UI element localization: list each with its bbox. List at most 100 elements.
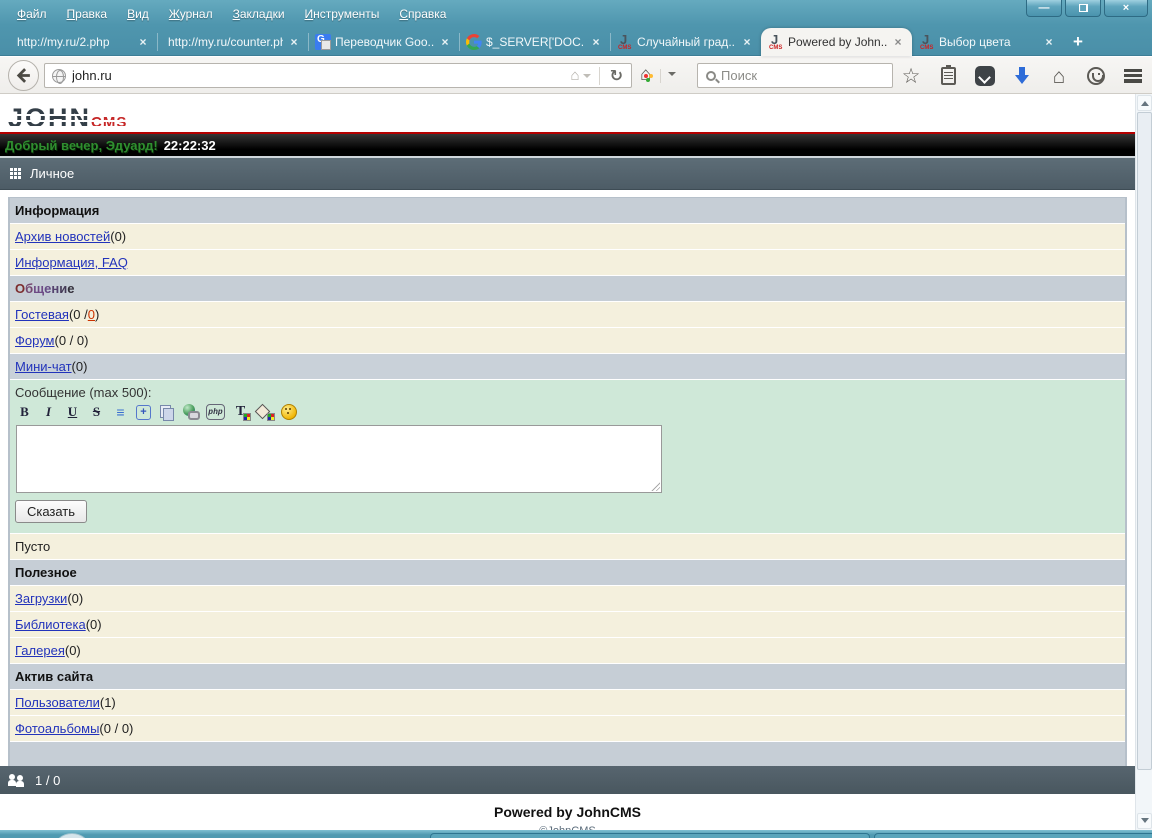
minimize-button[interactable]: —: [1026, 0, 1062, 17]
color-palette-icon: [267, 413, 275, 421]
search-input[interactable]: [721, 68, 892, 83]
url-icon[interactable]: [182, 404, 200, 420]
unread-counter-link[interactable]: 0: [88, 307, 95, 322]
menu-hamburger-icon[interactable]: [1122, 65, 1144, 87]
menu-link[interactable]: Мини-чат: [15, 359, 72, 374]
tab-close-icon[interactable]: ×: [136, 35, 150, 49]
tab[interactable]: http://my.ru/counter.php ×: [157, 28, 308, 56]
scroll-up-button[interactable]: [1137, 95, 1152, 111]
online-counter: 1 / 0: [35, 772, 61, 788]
reading-list-icon[interactable]: [937, 65, 959, 87]
search-icon: [706, 70, 716, 81]
menubar-item-закладки[interactable]: Закладки: [224, 4, 294, 24]
menu-link[interactable]: Архив новостей: [15, 229, 110, 244]
reload-icon[interactable]: ↻: [604, 66, 629, 86]
tab-close-icon[interactable]: ×: [740, 35, 754, 49]
smiley-icon[interactable]: [280, 404, 297, 420]
underline-icon[interactable]: U: [64, 404, 81, 420]
menu-link[interactable]: Фотоальбомы: [15, 721, 99, 736]
scrollbar[interactable]: [1135, 94, 1152, 830]
say-button[interactable]: Сказать: [15, 500, 87, 523]
menubar-item-справка[interactable]: Справка: [390, 4, 455, 24]
bold-icon[interactable]: B: [16, 404, 33, 420]
quote-icon[interactable]: [158, 404, 175, 421]
menu-link[interactable]: Загрузки: [15, 591, 67, 606]
tab[interactable]: http://my.ru/2.php ×: [6, 28, 157, 56]
font-color-icon[interactable]: T: [232, 404, 251, 421]
restore-icon: [1078, 4, 1088, 12]
tab-title: Powered by John...: [788, 35, 887, 49]
globe-icon: [52, 68, 66, 84]
tab-title: Переводчик Goo...: [335, 35, 434, 49]
clock-text: 22:22:32: [163, 137, 216, 153]
triangle-up-icon: [1140, 97, 1149, 106]
menu-link[interactable]: Гостевая: [15, 307, 69, 322]
tab[interactable]: Выбор цвета ×: [912, 28, 1063, 56]
message-textarea[interactable]: [16, 425, 662, 493]
tab-close-icon[interactable]: ×: [891, 35, 905, 49]
searchbox[interactable]: [697, 63, 893, 88]
scrollbar-thumb[interactable]: [1137, 112, 1152, 770]
menubar-item-вид[interactable]: Вид: [118, 4, 158, 24]
pocket-icon[interactable]: [974, 65, 996, 87]
chevron-down-icon[interactable]: [668, 72, 676, 80]
taskbar-button[interactable]: [430, 833, 870, 838]
browser-chrome: Файл Правка Вид Журнал Закладки Инструменты Сп…: [0, 0, 1152, 56]
tab-title: Случайный град...: [637, 35, 736, 49]
tab-close-icon[interactable]: ×: [1042, 35, 1056, 49]
color-palette-icon: [243, 413, 251, 421]
menubar-item-файл[interactable]: Файл: [8, 4, 56, 24]
menubar-item-журнал[interactable]: Журнал: [160, 4, 222, 24]
tab-close-icon[interactable]: ×: [287, 35, 301, 49]
url-input[interactable]: [72, 68, 571, 83]
downloads-icon[interactable]: [1011, 65, 1033, 87]
scroll-down-button[interactable]: [1137, 813, 1152, 829]
menu-link[interactable]: Информация, FAQ: [15, 255, 128, 270]
close-button[interactable]: ×: [1104, 0, 1148, 17]
pocket-glyph-icon: [975, 66, 995, 86]
johncms-favicon: [768, 32, 784, 51]
taskbar-sliver: [0, 830, 1152, 838]
down-arrow-icon: [1015, 67, 1029, 85]
feedback-smiley-icon[interactable]: [1085, 65, 1107, 87]
menu-link[interactable]: Галерея: [15, 643, 65, 658]
reading-home-icon[interactable]: ⌂: [571, 68, 580, 83]
back-arrow-icon: [16, 68, 30, 83]
list-icon[interactable]: ≡: [112, 404, 129, 420]
table-row: Форум (0 / 0): [10, 328, 1125, 354]
back-button[interactable]: [8, 60, 39, 91]
menubar-item-инструменты[interactable]: Инструменты: [296, 4, 389, 24]
tab[interactable]: $_SERVER['DOC... ×: [459, 28, 610, 56]
fill-color-icon[interactable]: [256, 404, 275, 421]
tab[interactable]: Случайный град... ×: [610, 28, 761, 56]
google-favicon: [466, 34, 482, 50]
triangle-down-icon: [1140, 818, 1149, 827]
tab-close-icon[interactable]: ×: [589, 35, 603, 49]
navigation-toolbar: ⌂ ↻ ⌂ ☆ ⌂: [0, 57, 1152, 94]
home-icon[interactable]: ⌂: [1048, 65, 1070, 87]
section-nav-bar[interactable]: Личное: [0, 158, 1135, 190]
php-icon[interactable]: php: [206, 404, 225, 420]
menu-link[interactable]: Форум: [15, 333, 55, 348]
menu-link[interactable]: Библиотека: [15, 617, 86, 632]
new-tab-button[interactable]: +: [1063, 30, 1093, 54]
table-row: Библиотека (0): [10, 612, 1125, 638]
menu-link[interactable]: Пользователи: [15, 695, 100, 710]
menubar-item-правка[interactable]: Правка: [58, 4, 117, 24]
restore-button[interactable]: [1065, 0, 1101, 17]
table-row: Галерея (0): [10, 638, 1125, 664]
urlbar[interactable]: ⌂ ↻: [44, 63, 632, 88]
tab-close-icon[interactable]: ×: [438, 35, 452, 49]
page-content: JOHNCMS Добрый вечер, Эдуард! 22:22:32 Л…: [0, 94, 1135, 830]
taskbar-button[interactable]: [874, 833, 1152, 838]
tab[interactable]: Powered by John... ×: [761, 28, 912, 56]
italic-icon[interactable]: I: [40, 404, 57, 420]
speed-dial-home-icon[interactable]: ⌂: [640, 65, 653, 84]
start-orb-icon[interactable]: [52, 833, 92, 838]
chevron-down-icon[interactable]: [582, 73, 591, 82]
bookmark-star-icon[interactable]: ☆: [900, 65, 922, 87]
tab[interactable]: Переводчик Goo... ×: [308, 28, 459, 56]
strike-icon[interactable]: S: [88, 404, 105, 420]
spoiler-icon[interactable]: +: [136, 404, 151, 420]
table-row: Мини-чат (0): [10, 354, 1125, 380]
